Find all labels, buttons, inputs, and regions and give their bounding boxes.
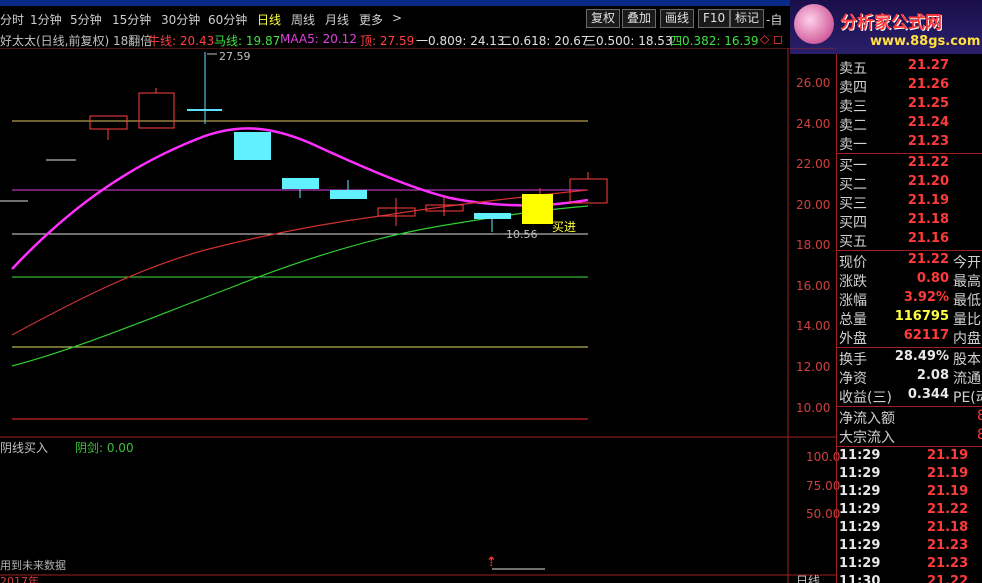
period-label: 日线 xyxy=(796,574,821,583)
bid-2-row: 买二 21.20 xyxy=(839,174,949,193)
bid-5-row: 买五 21.16 xyxy=(839,231,949,250)
candle-up xyxy=(138,92,175,129)
period-tab-timeshare[interactable]: 分时 xyxy=(0,11,24,28)
f10-button[interactable]: F10 xyxy=(698,9,731,28)
future-data-note: 用到未来数据 xyxy=(0,559,66,572)
maa5-value: MAA5: 20.12 xyxy=(280,32,357,46)
period-tab-5min[interactable]: 5分钟 xyxy=(70,11,102,28)
mark-button[interactable]: 标记 xyxy=(730,9,765,28)
up-arrow-icon: ⇡ xyxy=(486,555,497,570)
candle-down xyxy=(234,132,271,160)
quote-panel: 卖五 21.27 卖四 21.26 卖三 21.25 卖二 21.24 卖一 2… xyxy=(836,54,982,583)
price-tick: 16.00 xyxy=(796,279,831,293)
ask-4-row: 卖四 21.26 xyxy=(839,77,949,96)
ma-line xyxy=(11,205,589,367)
sub-indicator-name[interactable]: 阴线买入 xyxy=(0,441,48,455)
period-toolbar: 分时 1分钟 5分钟 15分钟 30分钟 60分钟 日线 周线 月线 更多 > … xyxy=(0,6,790,30)
candle-down xyxy=(282,178,319,189)
period-tab-30min[interactable]: 30分钟 xyxy=(161,11,200,28)
brand-title: 分析家公式网 xyxy=(840,13,942,33)
period-tab-1min[interactable]: 1分钟 xyxy=(30,11,62,28)
period-tab-60min[interactable]: 60分钟 xyxy=(208,11,247,28)
fin-row-netasset: 净资 2.08 流通 xyxy=(839,368,981,387)
price-tick: 24.00 xyxy=(796,117,831,131)
price-tick: 18.00 xyxy=(796,238,831,252)
bid-4-row: 买四 21.18 xyxy=(839,212,949,231)
auto-toggle[interactable]: -自 xyxy=(766,11,782,28)
tick-row: 11:30 21.22 xyxy=(839,574,969,583)
overlay-button[interactable]: 叠加 xyxy=(622,9,657,28)
kline-chart[interactable]: 27.59 10.56 买进 xyxy=(0,48,836,583)
tick-row: 11:29 21.19 xyxy=(839,448,969,463)
indicator-legend: 好太太(日线,前复权) 18翻倍 牛线: 20.43 马线: 19.87 MAA… xyxy=(0,30,790,48)
price-tick: 12.00 xyxy=(796,360,831,374)
brand-url: www.88gs.com xyxy=(870,34,981,49)
stat-row-pct: 涨幅 3.92% 最低 xyxy=(839,290,981,309)
year-label: 2017年 xyxy=(0,575,39,583)
stat-row-outer: 外盘 62117 内盘 xyxy=(839,328,981,347)
top-value: 顶: 27.59 xyxy=(360,34,415,48)
tick-row: 11:29 21.23 xyxy=(839,538,969,553)
price-tick: 20.00 xyxy=(796,198,831,212)
tick-row: 11:29 21.19 xyxy=(839,484,969,499)
high-annotation: 27.59 xyxy=(219,50,251,63)
ask-1-row: 卖一 21.23 xyxy=(839,134,949,153)
bid-3-row: 买三 21.19 xyxy=(839,193,949,212)
flow-row-net: 净流入额 8 xyxy=(839,408,982,427)
low-annotation: 10.56 xyxy=(506,228,538,241)
fib-0382-value: 四0.382: 16.39 xyxy=(670,34,759,48)
draw-line-button[interactable]: 画线 xyxy=(660,9,695,28)
fib-0500-value: 三0.500: 18.53 xyxy=(584,34,673,48)
legend-marks: ◇ ◻ xyxy=(760,32,784,46)
ask-3-row: 卖三 21.25 xyxy=(839,96,949,115)
buy-signal-label: 买进 xyxy=(552,220,576,234)
sub-indicator-value: 阴剑: 0.00 xyxy=(75,441,134,455)
ask-2-row: 卖二 21.24 xyxy=(839,115,949,134)
restore-rights-button[interactable]: 复权 xyxy=(586,9,621,28)
more-arrow-icon[interactable]: > xyxy=(392,11,402,25)
price-tick: 14.00 xyxy=(796,319,831,333)
price-tick: 26.00 xyxy=(796,76,831,90)
ma-line-value: 马线: 19.87 xyxy=(214,34,281,48)
fin-row-eps: 收益(三) 0.344 PE(动 xyxy=(839,387,982,406)
price-tick: 22.00 xyxy=(796,157,831,171)
ask-5-row: 卖五 21.27 xyxy=(839,58,949,77)
stock-title: 好太太(日线,前复权) 18翻倍 xyxy=(0,34,153,48)
fib-0809-value: 一0.809: 24.13 xyxy=(416,34,505,48)
bid-1-row: 买一 21.22 xyxy=(839,155,949,174)
fib-0618-value: 二0.618: 20.67 xyxy=(500,34,589,48)
stat-row-price: 现价 21.22 今开 xyxy=(839,252,981,271)
maa5-line xyxy=(11,127,589,270)
tick-row: 11:29 21.18 xyxy=(839,520,969,535)
period-tab-15min[interactable]: 15分钟 xyxy=(112,11,151,28)
period-tab-monthly[interactable]: 月线 xyxy=(325,11,349,28)
period-tab-daily[interactable]: 日线 xyxy=(257,11,281,28)
candle-up xyxy=(89,115,128,130)
candle-down xyxy=(474,213,511,219)
price-tick: 10.00 xyxy=(796,401,831,415)
period-tab-more[interactable]: 更多 xyxy=(359,11,383,28)
fin-row-turnover: 换手 28.49% 股本 xyxy=(839,349,981,368)
tick-row: 11:29 21.19 xyxy=(839,466,969,481)
signal-candle xyxy=(522,194,553,224)
niu-line-value: 牛线: 20.43 xyxy=(148,34,215,48)
sub-indicator-legend: 阴线买入 阴剑: 0.00 xyxy=(0,439,134,456)
tick-row: 11:29 21.22 xyxy=(839,502,969,517)
brand-logo: 分析家公式网 www.88gs.com xyxy=(790,0,982,54)
logo-icon xyxy=(794,4,834,44)
flow-row-block: 大宗流入 8 xyxy=(839,427,982,446)
tick-row: 11:29 21.23 xyxy=(839,556,969,571)
stat-row-change: 涨跌 0.80 最高 xyxy=(839,271,981,290)
candle-down xyxy=(330,190,367,199)
stat-row-volume: 总量 116795 量比 xyxy=(839,309,981,328)
period-tab-weekly[interactable]: 周线 xyxy=(291,11,315,28)
